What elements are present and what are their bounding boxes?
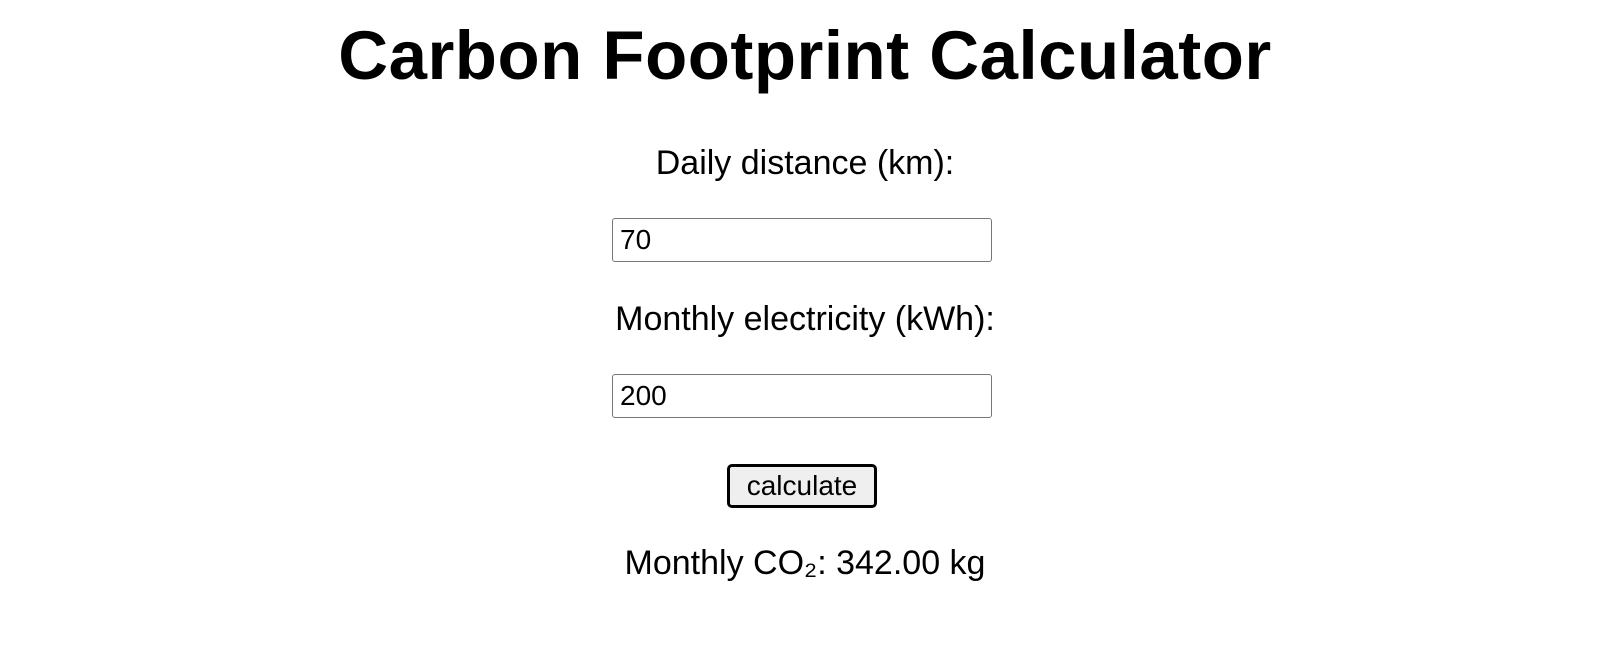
calculator-page: Carbon Footprint Calculator Daily distan… xyxy=(0,0,1610,672)
monthly-co2-result: Monthly CO₂: 342.00 kg xyxy=(624,544,986,582)
daily-distance-input[interactable] xyxy=(612,218,992,262)
daily-distance-label: Daily distance (km): xyxy=(655,144,955,182)
monthly-electricity-input[interactable] xyxy=(612,374,992,418)
calculate-button[interactable]: calculate xyxy=(727,464,877,508)
monthly-electricity-label: Monthly electricity (kWh): xyxy=(615,300,995,338)
page-title: Carbon Footprint Calculator xyxy=(338,17,1272,94)
